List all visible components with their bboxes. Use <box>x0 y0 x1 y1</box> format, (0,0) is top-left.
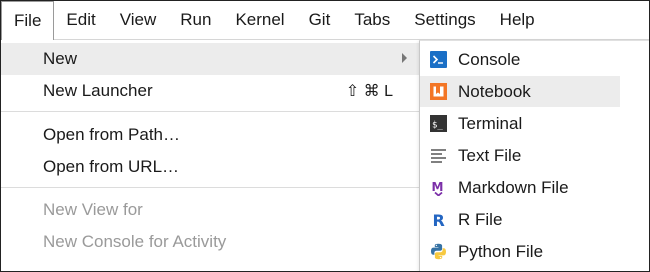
terminal-icon: $_ <box>430 115 447 132</box>
menu-item-new-launcher[interactable]: New Launcher ⇧ ⌘ L <box>1 75 419 107</box>
menu-settings[interactable]: Settings <box>402 1 487 39</box>
menu-kernel[interactable]: Kernel <box>223 1 296 39</box>
menu-edit[interactable]: Edit <box>54 1 107 39</box>
menu-item-open-from-url[interactable]: Open from URL… <box>1 151 419 183</box>
submenu-item-console[interactable]: Console <box>420 44 620 75</box>
menu-item-open-from-path[interactable]: Open from Path… <box>1 119 419 151</box>
menu-item-new-label: New <box>43 49 78 68</box>
submenu-item-terminal[interactable]: $_ Terminal <box>420 108 620 139</box>
menu-run[interactable]: Run <box>168 1 223 39</box>
menu-item-new-view-for-label: New View for <box>43 200 143 219</box>
r-glyph: R <box>433 211 445 228</box>
notebook-icon <box>430 83 447 100</box>
submenu-item-markdown-file-label: Markdown File <box>458 177 569 197</box>
submenu-item-python-file-label: Python File <box>458 241 544 261</box>
menu-item-new[interactable]: New <box>1 43 419 75</box>
new-submenu: Console Notebook $_ Terminal Text File M… <box>419 40 649 271</box>
console-icon <box>430 51 447 68</box>
shortcut-label: ⇧ ⌘ L <box>345 83 393 100</box>
submenu-item-markdown-file[interactable]: M Markdown File <box>420 172 620 203</box>
python-icon <box>430 243 447 260</box>
menu-view[interactable]: View <box>108 1 169 39</box>
submenu-item-text-file[interactable]: Text File <box>420 140 620 171</box>
r-file-icon: R <box>430 211 447 228</box>
submenu-item-notebook[interactable]: Notebook <box>420 76 620 107</box>
menu-item-new-console-label: New Console for Activity <box>43 232 227 251</box>
menu-tabs[interactable]: Tabs <box>342 1 402 39</box>
menu-bar: File Edit View Run Kernel Git Tabs Setti… <box>1 1 649 40</box>
menu-item-open-from-url-label: Open from URL… <box>43 157 180 176</box>
submenu-item-r-file-label: R File <box>458 209 503 229</box>
terminal-glyph: $_ <box>432 121 443 131</box>
submenu-item-python-file[interactable]: Python File <box>420 236 620 267</box>
app-window: File Edit View Run Kernel Git Tabs Setti… <box>0 0 650 272</box>
menu-item-new-launcher-label: New Launcher <box>43 81 153 100</box>
submenu-item-r-file[interactable]: R R File <box>420 204 620 235</box>
menu-file[interactable]: File <box>1 1 55 40</box>
menu-divider <box>1 187 419 188</box>
markdown-icon: M <box>430 179 447 196</box>
menu-divider <box>1 111 419 112</box>
menu-git[interactable]: Git <box>297 1 343 39</box>
menu-item-new-console-for-activity: New Console for Activity <box>1 226 419 258</box>
submenu-item-console-label: Console <box>458 49 521 69</box>
submenu-item-terminal-label: Terminal <box>458 113 523 133</box>
submenu-item-notebook-label: Notebook <box>458 81 531 101</box>
menu-item-open-from-path-label: Open from Path… <box>43 125 181 144</box>
submenu-arrow-icon <box>402 53 407 63</box>
file-menu-dropdown: New New Launcher ⇧ ⌘ L Open from Path… O… <box>1 40 420 271</box>
menu-item-new-view-for: New View for <box>1 194 419 226</box>
markdown-glyph: M <box>432 180 444 194</box>
submenu-item-text-file-label: Text File <box>458 145 522 165</box>
menu-help[interactable]: Help <box>488 1 547 39</box>
text-file-icon <box>430 147 447 164</box>
